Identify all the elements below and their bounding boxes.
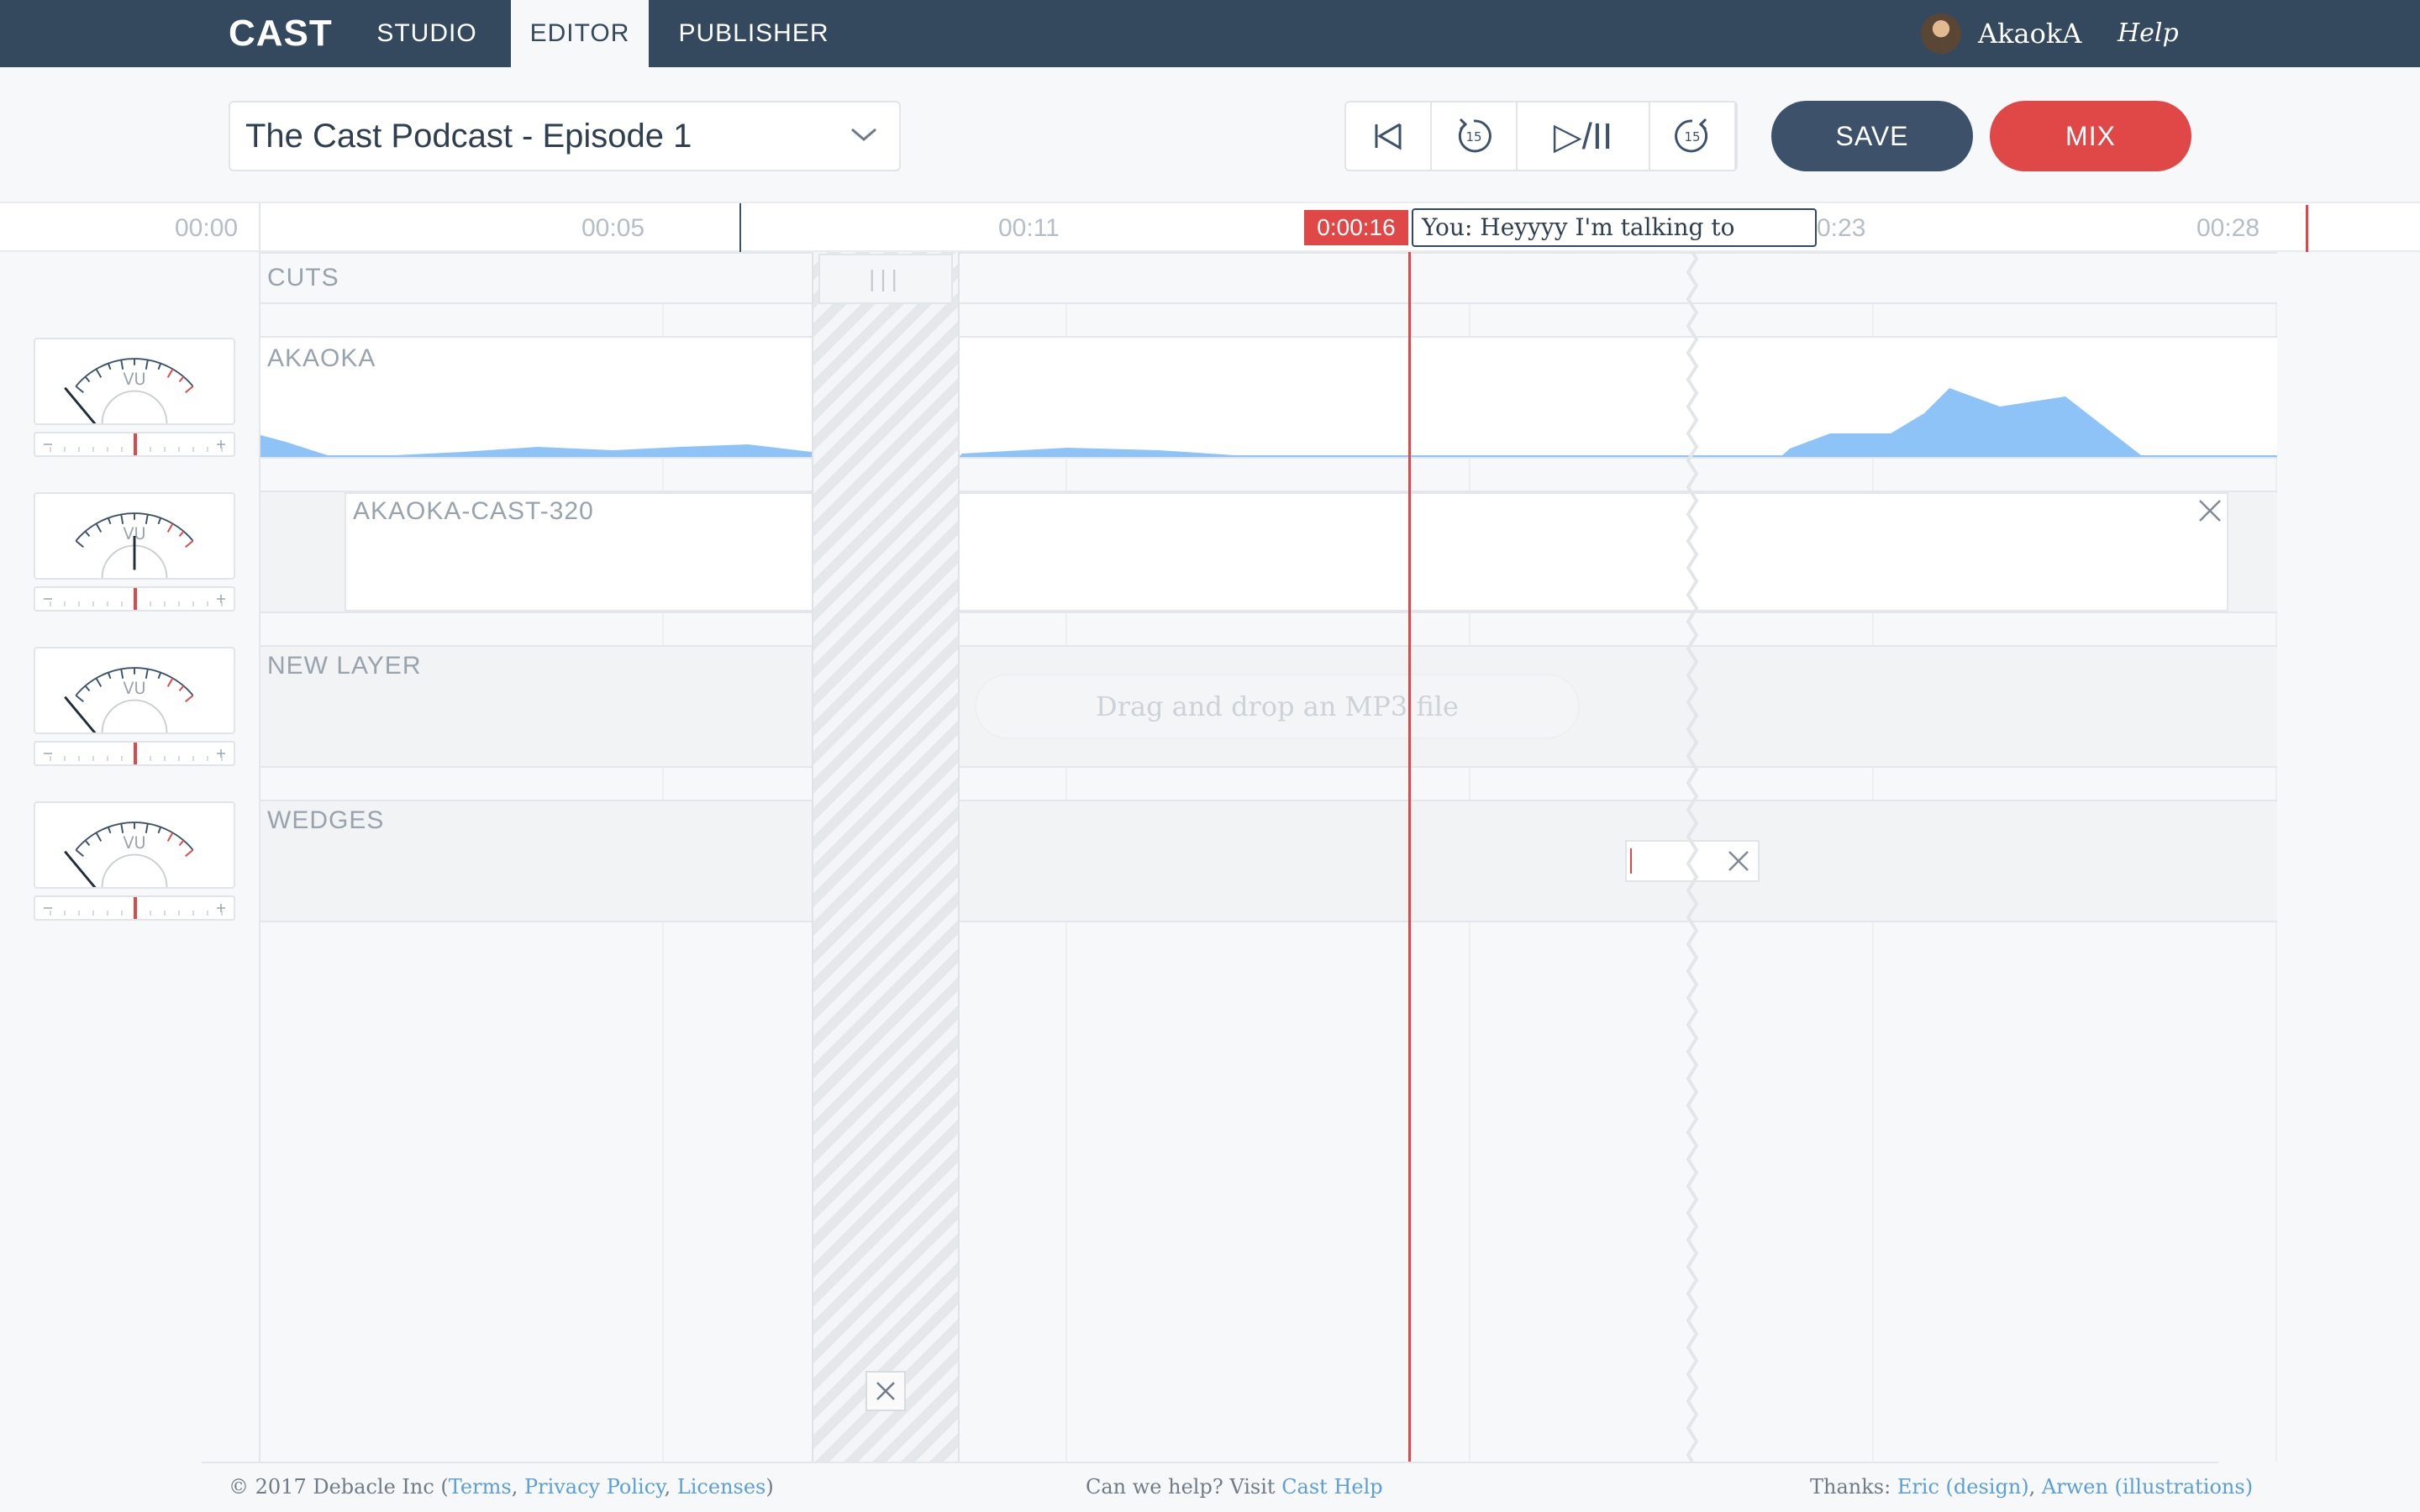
ruler-divider bbox=[259, 203, 260, 252]
rewind-seconds: 15 bbox=[1465, 129, 1481, 144]
cast-help-link[interactable]: Cast Help bbox=[1281, 1475, 1382, 1499]
slider-thumb bbox=[134, 897, 137, 919]
ruler-tick: 0:23 bbox=[1817, 214, 1866, 242]
cut-drag-handle[interactable]: ||| bbox=[818, 254, 953, 304]
skip-to-start-icon bbox=[1375, 123, 1402, 150]
forward-seconds: 15 bbox=[1684, 129, 1700, 144]
akaoka-cast-clip[interactable]: AKAOKA-CAST-320 bbox=[345, 492, 2228, 612]
close-icon bbox=[876, 1382, 895, 1400]
cuts-track-label: CUTS bbox=[267, 264, 339, 291]
volume-slider[interactable] bbox=[34, 432, 235, 457]
mix-button[interactable]: MIX bbox=[1990, 101, 2191, 171]
slider-track bbox=[44, 897, 225, 919]
arwen-link[interactable]: Arwen (illustrations) bbox=[2042, 1475, 2253, 1499]
tab-publisher[interactable]: PUBLISHER bbox=[667, 0, 840, 67]
new-layer-label: NEW LAYER bbox=[267, 652, 422, 680]
slider-thumb bbox=[134, 743, 137, 764]
cut-region[interactable] bbox=[812, 252, 960, 1462]
vu-dial: VU bbox=[75, 512, 194, 579]
chevron-down-icon bbox=[851, 128, 876, 141]
forward-15-button[interactable]: 15 bbox=[1650, 102, 1736, 170]
playhead-time-badge: 0:00:16 bbox=[1304, 210, 1408, 245]
ruler-tick: 00:11 bbox=[998, 214, 1060, 242]
help-prefix: Can we help? Visit bbox=[1086, 1475, 1282, 1499]
slider-thumb bbox=[134, 588, 137, 610]
text-cursor bbox=[1630, 848, 1632, 874]
vu-dial: VU bbox=[64, 358, 194, 428]
ruler-tick: 00:28 bbox=[2196, 214, 2260, 242]
tab-studio[interactable]: STUDIO bbox=[356, 0, 497, 67]
volume-slider[interactable] bbox=[34, 586, 235, 612]
vu-meter: VU bbox=[34, 338, 235, 428]
terms-link[interactable]: Terms bbox=[449, 1475, 512, 1499]
vu-label: VU bbox=[123, 833, 145, 853]
end-marker[interactable] bbox=[2306, 205, 2308, 252]
vu-dial: VU bbox=[64, 822, 194, 891]
volume-slider[interactable] bbox=[34, 895, 235, 921]
cast-logo[interactable]: CAST bbox=[229, 8, 333, 59]
wavy-cut-line[interactable] bbox=[1686, 252, 1699, 1462]
close-icon[interactable] bbox=[1726, 848, 1751, 874]
slider-track bbox=[44, 588, 225, 610]
slider-track bbox=[44, 743, 225, 764]
ruler-tick: 00:05 bbox=[581, 214, 645, 242]
licenses-link[interactable]: Licenses bbox=[677, 1475, 766, 1499]
akaoka-waveform bbox=[260, 388, 2277, 457]
akaoka-track[interactable]: AKAOKA bbox=[260, 336, 2277, 459]
rewind-15-button[interactable]: 15 bbox=[1432, 102, 1518, 170]
copyright-text: © 2017 Debacle Inc ( bbox=[229, 1475, 449, 1499]
user-name[interactable]: AkaokA bbox=[1978, 13, 2081, 54]
cut-close-button[interactable] bbox=[865, 1371, 906, 1411]
vu-label: VU bbox=[123, 679, 145, 698]
help-link[interactable]: Help bbox=[2118, 13, 2179, 54]
privacy-link[interactable]: Privacy Policy bbox=[524, 1475, 665, 1499]
tab-editor[interactable]: EDITOR bbox=[511, 0, 649, 67]
volume-slider[interactable] bbox=[34, 741, 235, 766]
playhead[interactable] bbox=[1408, 252, 1411, 1462]
close-icon[interactable] bbox=[2196, 497, 2223, 524]
comment-bubble[interactable]: You: Heyyyy I'm talking to myself! bbox=[1412, 208, 1817, 276]
footer-divider bbox=[202, 1462, 2218, 1463]
episode-title: The Cast Podcast - Episode 1 bbox=[245, 118, 692, 155]
skip-back-button[interactable] bbox=[1346, 102, 1432, 170]
vu-meter: VU bbox=[34, 801, 235, 891]
ruler-tick: 00:00 bbox=[175, 214, 239, 242]
selection-start-marker[interactable] bbox=[739, 203, 741, 252]
cuts-track: CUTS bbox=[260, 252, 2277, 304]
thanks-prefix: Thanks: bbox=[1810, 1475, 1897, 1499]
slider-thumb bbox=[134, 433, 137, 455]
footer-thanks: Thanks: Eric (design), Arwen (illustrati… bbox=[1810, 1475, 2254, 1499]
vu-meter: VU bbox=[34, 492, 235, 580]
eric-link[interactable]: Eric (design) bbox=[1897, 1475, 2029, 1499]
avatar[interactable] bbox=[1921, 13, 1961, 54]
mp3-drop-zone[interactable]: Drag and drop an MP3 file bbox=[975, 674, 1580, 739]
save-button[interactable]: SAVE bbox=[1771, 101, 1973, 171]
slider-track bbox=[44, 433, 225, 455]
vu-meter: VU bbox=[34, 647, 235, 737]
footer-help: Can we help? Visit Cast Help bbox=[1086, 1470, 1383, 1504]
rewind-15-icon: 15 bbox=[1458, 118, 1491, 153]
clip-label: AKAOKA-CAST-320 bbox=[353, 497, 594, 525]
forward-15-icon: 15 bbox=[1675, 118, 1708, 153]
wedges-track[interactable]: WEDGES bbox=[260, 800, 2277, 922]
timeline-ruler[interactable] bbox=[0, 202, 2420, 252]
vu-dial: VU bbox=[64, 667, 194, 737]
play-pause-icon: ▷/II bbox=[1553, 115, 1613, 157]
footer-copyright: © 2017 Debacle Inc (Terms, Privacy Polic… bbox=[229, 1475, 774, 1499]
vu-label: VU bbox=[123, 370, 145, 389]
wedges-label: WEDGES bbox=[267, 806, 385, 834]
play-pause-button[interactable]: ▷/II bbox=[1518, 102, 1650, 170]
